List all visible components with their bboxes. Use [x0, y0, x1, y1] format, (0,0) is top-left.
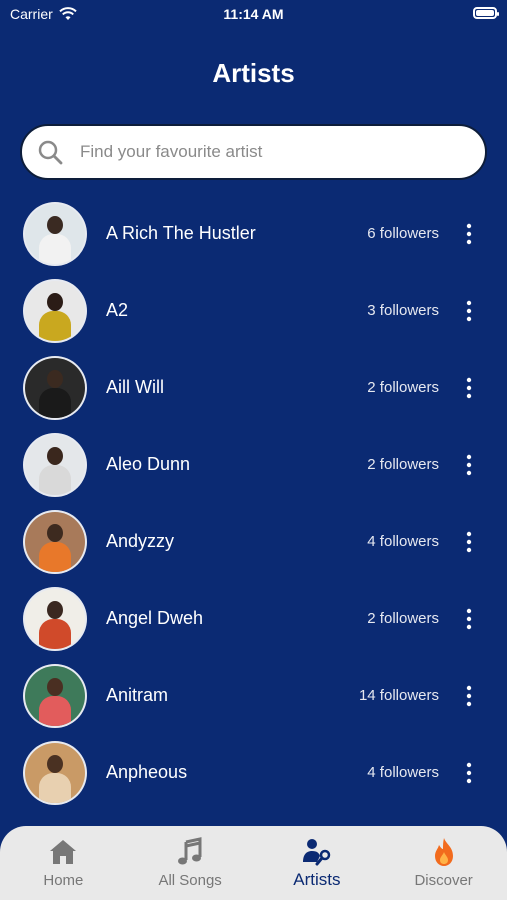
artist-name: A2 — [106, 300, 129, 320]
artist-row[interactable]: Angel Dweh 2 followers — [0, 580, 507, 657]
artist-row[interactable]: A2 3 followers — [0, 272, 507, 349]
home-icon — [50, 840, 77, 864]
artist-name: Andyzzy — [106, 531, 175, 551]
artist-name: Aleo Dunn — [106, 454, 191, 474]
artist-avatar — [25, 203, 85, 264]
artist-avatar — [25, 357, 85, 418]
artist-followers: 4 followers — [367, 533, 439, 550]
tab-label: Artists — [293, 870, 341, 889]
artist-followers: 2 followers — [367, 456, 439, 473]
artist-list: A Rich The Hustler 6 followers A2 3 foll… — [0, 195, 507, 811]
more-options-icon[interactable] — [461, 761, 477, 785]
artist-followers: 3 followers — [367, 302, 439, 319]
artist-avatar — [25, 665, 85, 726]
artist-avatar — [25, 742, 85, 803]
tab-label: Discover — [414, 872, 473, 889]
more-options-icon[interactable] — [461, 299, 477, 323]
tab-bar: Home All Songs Artists Discover — [0, 826, 507, 900]
more-options-icon[interactable] — [461, 222, 477, 246]
artist-row[interactable]: Anpheous 4 followers — [0, 734, 507, 811]
artist-name: Aill Will — [106, 377, 164, 397]
artist-followers: 14 followers — [358, 687, 439, 704]
artist-followers: 2 followers — [367, 379, 439, 396]
tab-label: All Songs — [158, 872, 222, 889]
artist-followers: 2 followers — [367, 610, 439, 627]
battery-icon — [473, 7, 499, 19]
artist-followers: 4 followers — [367, 764, 439, 781]
artist-avatar — [25, 434, 85, 495]
more-options-icon[interactable] — [461, 376, 477, 400]
artist-row[interactable]: Aill Will 2 followers — [0, 349, 507, 426]
tab-all-songs[interactable]: All Songs — [127, 826, 253, 889]
artist-row[interactable]: Anitram 14 followers — [0, 657, 507, 734]
artist-followers: 6 followers — [367, 225, 439, 242]
tab-discover[interactable]: Discover — [381, 826, 507, 889]
more-options-icon[interactable] — [461, 530, 477, 554]
tab-label: Home — [43, 872, 84, 889]
artist-name: A Rich The Hustler — [106, 223, 256, 243]
artist-avatar — [25, 511, 85, 572]
page-title: Artists — [212, 58, 295, 88]
more-options-icon[interactable] — [461, 684, 477, 708]
status-bar: Carrier 11:14 AM — [0, 0, 507, 30]
artist-row[interactable]: Andyzzy 4 followers — [0, 503, 507, 580]
tab-artists[interactable]: Artists — [254, 826, 380, 890]
artist-name: Anitram — [106, 685, 169, 705]
artist-row[interactable]: Aleo Dunn 2 followers — [0, 426, 507, 503]
search-icon — [38, 140, 63, 165]
artist-name: Anpheous — [106, 762, 188, 782]
search-bar[interactable] — [20, 124, 487, 180]
more-options-icon[interactable] — [461, 453, 477, 477]
artist-avatar — [25, 588, 85, 649]
artist-avatar — [25, 280, 85, 341]
flame-icon — [434, 838, 453, 866]
music-note-icon — [178, 837, 202, 865]
artist-name: Angel Dweh — [106, 608, 204, 628]
artist-row[interactable]: A Rich The Hustler 6 followers — [0, 195, 507, 272]
more-options-icon[interactable] — [461, 607, 477, 631]
artist-icon — [302, 839, 331, 866]
tab-home[interactable]: Home — [0, 826, 126, 889]
status-time: 11:14 AM — [223, 6, 284, 22]
search-input[interactable] — [78, 141, 442, 163]
